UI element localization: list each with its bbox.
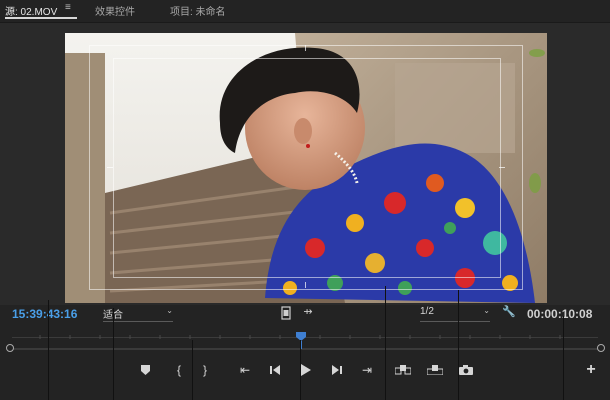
callout-line [563, 316, 564, 400]
callout-line [385, 286, 386, 400]
overwrite-icon[interactable] [426, 360, 444, 380]
plus-icon[interactable]: + [582, 360, 600, 380]
mark-in-icon[interactable]: { [170, 360, 188, 380]
tab-effect-controls[interactable]: 效果控件 [95, 3, 135, 18]
camera-icon[interactable] [457, 360, 475, 380]
source-monitor [0, 23, 610, 305]
marker-icon[interactable] [136, 360, 154, 380]
go-to-in-icon[interactable]: ⇤ [236, 360, 254, 380]
time-ruler[interactable] [0, 327, 610, 352]
duration-timecode: 00:00:10:08 [527, 307, 593, 321]
filmstrip-icon[interactable] [280, 306, 292, 320]
active-tab-indicator [5, 17, 77, 19]
chevron-down-icon: ⌄ [483, 306, 490, 315]
panel-tab-bar: 源: 02.MOV ≡ 效果控件 项目: 未命名 [0, 0, 610, 23]
scrub-track[interactable] [9, 348, 601, 350]
playhead-line [301, 341, 302, 349]
chevron-down-icon: ⌄ [166, 306, 173, 315]
out-point-handle[interactable] [597, 344, 605, 352]
callout-line [300, 340, 301, 400]
resolution-select[interactable]: 1/2 ⌄ [420, 306, 490, 322]
monitor-controls-row: 15:39:43:16 适合 ⌄ ⇸ 1/2 ⌄ 🔧 00:00:10:08 [0, 305, 610, 325]
mark-out-icon[interactable]: } [196, 360, 214, 380]
callout-line [192, 340, 193, 400]
insert-icon[interactable] [394, 360, 412, 380]
resolution-select-value: 1/2 [420, 306, 434, 317]
playhead-marker-icon[interactable] [296, 332, 306, 341]
current-timecode[interactable]: 15:39:43:16 [12, 307, 77, 321]
guide-tick-top [305, 45, 306, 51]
callout-line [48, 300, 49, 400]
callout-line [113, 308, 114, 400]
wrench-icon[interactable]: 🔧 [502, 305, 516, 318]
hamburger-icon[interactable]: ≡ [65, 2, 71, 13]
go-to-out-icon[interactable]: ⇥ [358, 360, 376, 380]
step-forward-icon[interactable] [328, 360, 346, 380]
guide-tick-bottom [305, 282, 306, 288]
arrows-icon[interactable]: ⇸ [300, 305, 316, 318]
guide-tick-left [107, 167, 113, 168]
callout-line [458, 290, 459, 400]
transport-controls: { } ⇤ ⇥ + [0, 360, 610, 382]
guide-tick-right [499, 167, 505, 168]
video-image [65, 33, 547, 303]
in-point-handle[interactable] [6, 344, 14, 352]
tab-source[interactable]: 源: 02.MOV [5, 3, 57, 18]
video-frame [65, 33, 547, 303]
step-back-icon[interactable] [266, 360, 284, 380]
tab-project[interactable]: 项目: 未命名 [170, 3, 226, 18]
